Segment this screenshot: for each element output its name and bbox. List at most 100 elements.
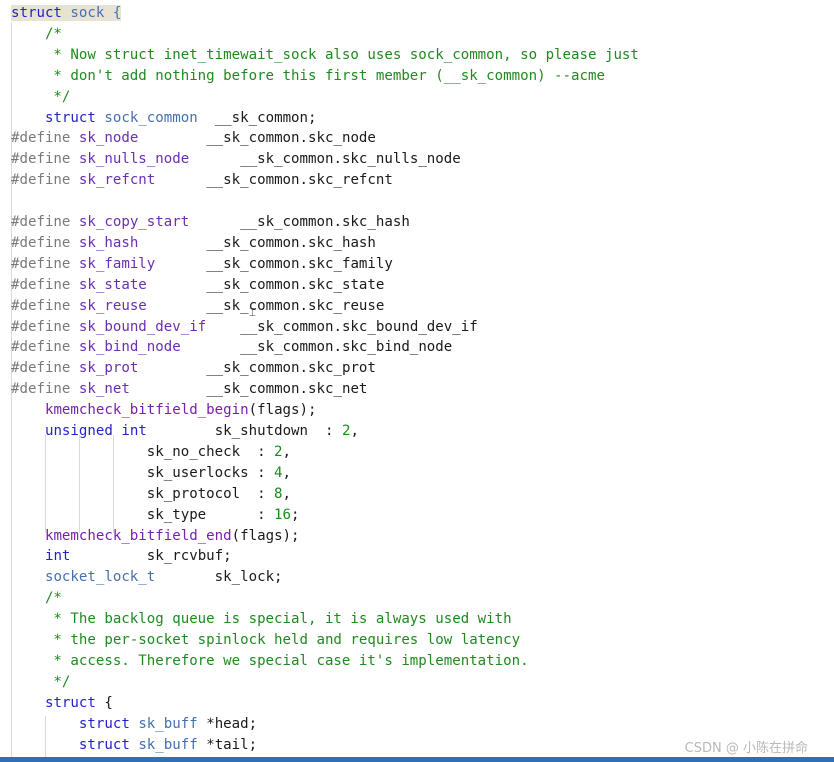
- code-token-type: sock_common: [104, 109, 198, 126]
- code-token-plain: __sk_common.skc_net: [129, 381, 368, 398]
- code-token-plain: __sk_common.skc_hash: [138, 234, 376, 251]
- code-token-macro: sk_prot: [78, 360, 139, 377]
- code-line: #define sk_nulls_node __sk_common.skc_nu…: [11, 149, 461, 170]
- status-bar-strip: [0, 757, 834, 762]
- code-line: * The backlog queue is special, it is al…: [11, 609, 512, 630]
- code-token-type: socket_lock_t: [44, 569, 156, 586]
- code-token-plain: __sk_common.skc_prot: [138, 360, 376, 377]
- code-line: struct {: [11, 693, 113, 714]
- code-token-comment: * don't add nothing before this first me…: [11, 67, 605, 84]
- code-token-macro: sk_nulls_node: [78, 151, 190, 168]
- code-line: * don't add nothing before this first me…: [11, 66, 605, 87]
- code-token-macro: sk_net: [78, 381, 130, 398]
- code-line: */: [11, 672, 70, 693]
- code-token-directive: #define: [11, 255, 71, 272]
- code-token-macro: sk_refcnt: [78, 172, 156, 189]
- code-token-macro: sk_bind_node: [78, 339, 181, 356]
- code-line: kmemcheck_bitfield_end(flags);: [11, 526, 300, 547]
- text-cursor-icon: ⌶: [248, 305, 257, 319]
- code-line: #define sk_family __sk_common.skc_family: [11, 254, 393, 275]
- code-line: #define sk_state __sk_common.skc_state: [11, 275, 384, 296]
- code-token-directive: #define: [11, 381, 71, 398]
- code-token-plain: ,: [282, 464, 292, 481]
- code-line: int sk_rcvbuf;: [11, 546, 232, 567]
- code-editor[interactable]: struct sock { /* * Now struct inet_timew…: [0, 0, 834, 757]
- code-token-keyword: unsigned: [44, 423, 113, 439]
- code-token-comment: * The backlog queue is special, it is al…: [11, 611, 512, 628]
- code-line: struct sk_buff *tail;: [11, 735, 257, 756]
- code-line: #define sk_bind_node __sk_common.skc_bin…: [11, 337, 452, 358]
- code-token-plain: __sk_common.skc_bind_node: [180, 339, 453, 356]
- code-token-function: kmemcheck_bitfield_begin: [44, 402, 249, 419]
- code-token-plain: {: [95, 694, 113, 711]
- code-line: sk_type : 16;: [11, 505, 300, 526]
- code-token-plain: ,: [282, 485, 292, 502]
- code-line: #define sk_prot __sk_common.skc_prot: [11, 358, 376, 379]
- code-token-plain: ,: [282, 443, 292, 460]
- code-token-macro: sk_bound_dev_if: [78, 318, 207, 335]
- code-line: struct sock {: [11, 3, 122, 24]
- code-line: sk_protocol : 8,: [11, 484, 291, 505]
- code-line: struct sk_buff *head;: [11, 714, 257, 735]
- code-token-plain: *head;: [197, 715, 258, 732]
- code-token-plain: __sk_common.skc_refcnt: [155, 172, 393, 189]
- code-token-type: sk_buff: [138, 736, 198, 753]
- code-token-number: 8: [274, 485, 283, 502]
- code-token-plain: (flags);: [248, 402, 317, 419]
- code-token-number: 16: [274, 506, 292, 523]
- code-line: sk_userlocks : 4,: [11, 463, 291, 484]
- code-token-plain: sk_type :: [146, 506, 275, 523]
- code-token-directive: #define: [11, 172, 71, 189]
- code-line: /*: [11, 24, 62, 45]
- code-line: #define sk_net __sk_common.skc_net: [11, 379, 367, 400]
- code-token-plain: __sk_common.skc_hash: [189, 214, 410, 230]
- code-token-comment: */: [11, 88, 71, 105]
- code-line: #define sk_reuse __sk_common.skc_reuse: [11, 296, 384, 317]
- code-token-type: {: [104, 5, 122, 21]
- code-token-comment: * the per-socket spinlock held and requi…: [11, 632, 521, 648]
- code-token-comment: /*: [11, 25, 62, 42]
- code-token-directive: #define: [11, 360, 71, 377]
- code-token-keyword: struct: [78, 736, 130, 753]
- code-token-plain: sk_lock;: [155, 569, 283, 586]
- code-token-plain: sk_no_check :: [146, 443, 275, 460]
- code-token-macro: sk_node: [78, 130, 139, 147]
- code-token-function: kmemcheck_bitfield_end: [44, 527, 232, 544]
- watermark: CSDN @ 小陈在拼命: [684, 741, 808, 756]
- code-line: struct sock_common __sk_common;: [11, 108, 317, 129]
- code-token-plain: (flags);: [231, 527, 300, 544]
- code-token-number: 4: [274, 464, 283, 481]
- code-token-plain: sk_protocol :: [146, 485, 275, 502]
- code-line: #define sk_refcnt __sk_common.skc_refcnt: [11, 170, 393, 191]
- code-token-directive: #define: [11, 151, 71, 168]
- code-token-macro: sk_family: [78, 255, 156, 272]
- code-token-number: 2: [274, 443, 283, 460]
- code-line: /*: [11, 588, 62, 609]
- code-token-plain: __sk_common.skc_reuse: [146, 297, 385, 314]
- code-token-type: sk_buff: [138, 715, 198, 732]
- code-token-comment: * Now struct inet_timewait_sock also use…: [11, 46, 639, 63]
- code-line: * access. Therefore we special case it's…: [11, 651, 528, 672]
- code-token-plain: ;: [291, 506, 300, 523]
- code-token-plain: sk_rcvbuf;: [70, 548, 232, 565]
- code-token-comment: /*: [11, 590, 62, 607]
- code-token-plain: __sk_common;: [197, 109, 317, 126]
- code-token-directive: #define: [11, 318, 71, 335]
- code-line: * the per-socket spinlock held and requi…: [11, 630, 520, 651]
- code-token-plain: __sk_common.skc_state: [146, 276, 385, 293]
- code-token-keyword: struct: [78, 715, 130, 732]
- code-token-plain: __sk_common.skc_node: [138, 130, 376, 147]
- code-token-directive: #define: [11, 234, 71, 251]
